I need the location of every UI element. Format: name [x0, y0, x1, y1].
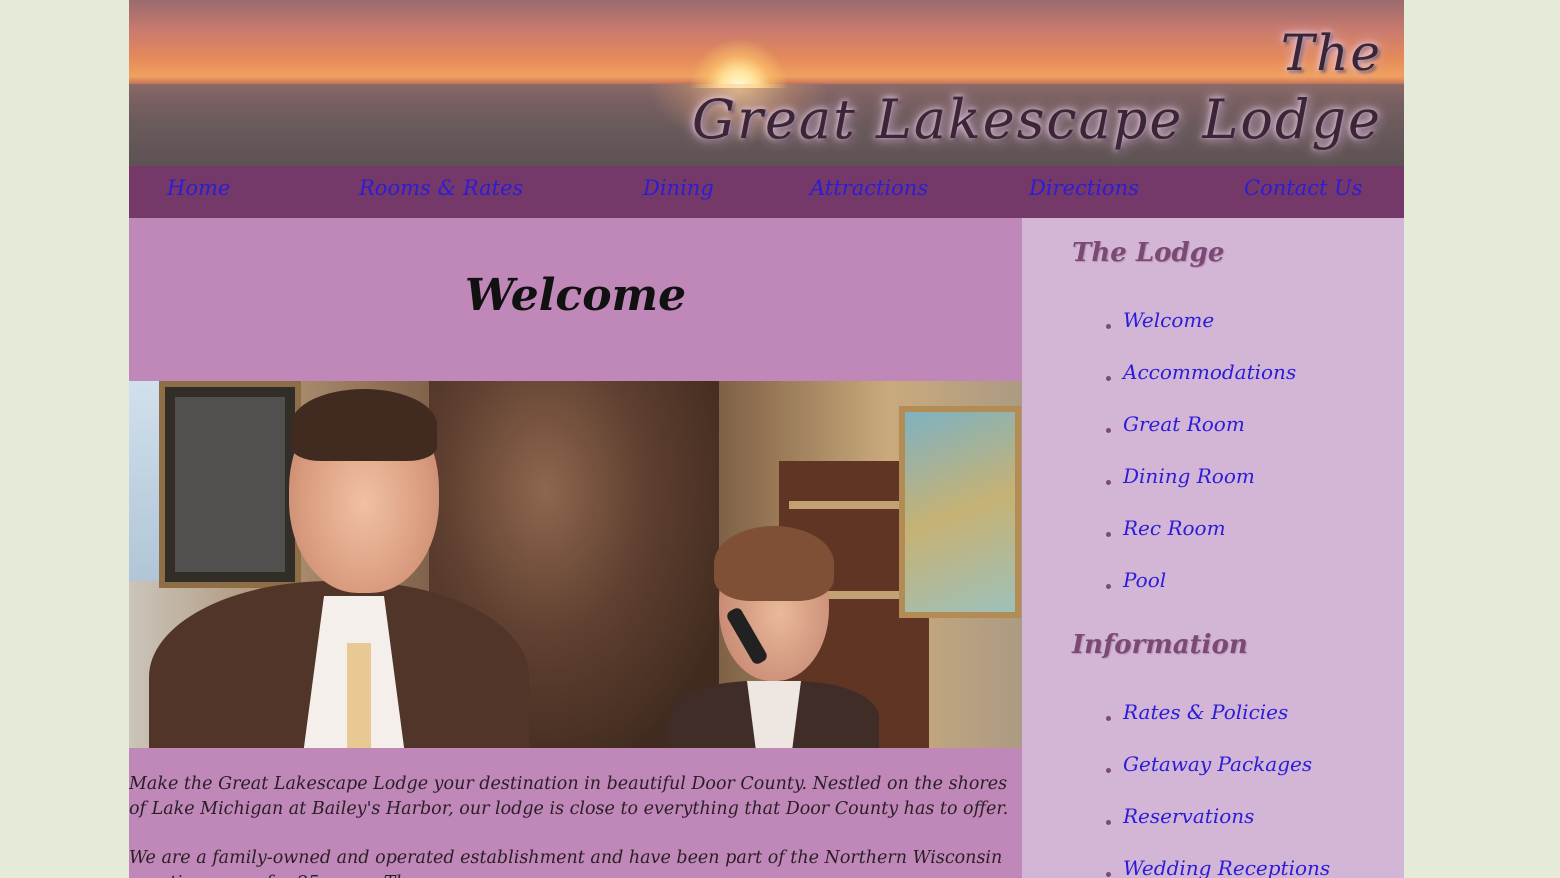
- site-title-line1: The: [1280, 24, 1382, 82]
- sidebar: The Lodge Welcome Accommodations Great R…: [1022, 218, 1404, 878]
- site-title-line2: Great Lakescape Lodge: [692, 88, 1382, 151]
- nav-dining-link[interactable]: Dining: [643, 176, 714, 200]
- header-banner: The Great Lakescape Lodge: [129, 0, 1404, 166]
- sidebar-link-dining-room[interactable]: Dining Room: [1123, 464, 1255, 488]
- sunset-sun: [689, 38, 789, 88]
- nav-rooms-rates-link[interactable]: Rooms & Rates: [359, 176, 523, 200]
- sidebar-link-accommodations[interactable]: Accommodations: [1123, 360, 1296, 384]
- bullet-icon: [1106, 768, 1111, 773]
- sidebar-link-wedding-receptions[interactable]: Wedding Receptions: [1123, 856, 1330, 878]
- nav-directions-link[interactable]: Directions: [1029, 176, 1139, 200]
- bullet-icon: [1106, 480, 1111, 485]
- main-content: Welcome Make the Great Lakescape Lodge y…: [129, 218, 1022, 878]
- bullet-icon: [1106, 532, 1111, 537]
- bullet-icon: [1106, 428, 1111, 433]
- page-container: The Great Lakescape Lodge Home Rooms & R…: [129, 0, 1404, 878]
- bullet-icon: [1106, 820, 1111, 825]
- bullet-icon: [1106, 716, 1111, 721]
- bullet-icon: [1106, 872, 1111, 877]
- sidebar-link-pool[interactable]: Pool: [1123, 568, 1166, 592]
- reception-staff-photo: [129, 381, 1022, 748]
- bullet-icon: [1106, 584, 1111, 589]
- sidebar-lodge-heading: The Lodge: [1072, 238, 1225, 268]
- sidebar-link-great-room[interactable]: Great Room: [1123, 412, 1245, 436]
- sidebar-link-reservations[interactable]: Reservations: [1123, 804, 1254, 828]
- main-nav: Home Rooms & Rates Dining Attractions Di…: [129, 166, 1404, 218]
- nav-attractions-link[interactable]: Attractions: [810, 176, 928, 200]
- nav-home-link[interactable]: Home: [167, 176, 230, 200]
- nav-contact-link[interactable]: Contact Us: [1244, 176, 1363, 200]
- intro-paragraph: Make the Great Lakescape Lodge your dest…: [129, 774, 1009, 819]
- sidebar-info-heading: Information: [1072, 630, 1248, 660]
- sidebar-link-welcome[interactable]: Welcome: [1123, 308, 1214, 332]
- sidebar-link-rates-policies[interactable]: Rates & Policies: [1123, 700, 1288, 724]
- history-paragraph: We are a family-owned and operated estab…: [129, 848, 1003, 878]
- page-heading: Welcome: [464, 270, 687, 321]
- bullet-icon: [1106, 324, 1111, 329]
- sidebar-link-getaway-packages[interactable]: Getaway Packages: [1123, 752, 1312, 776]
- sidebar-link-rec-room[interactable]: Rec Room: [1123, 516, 1226, 540]
- bullet-icon: [1106, 376, 1111, 381]
